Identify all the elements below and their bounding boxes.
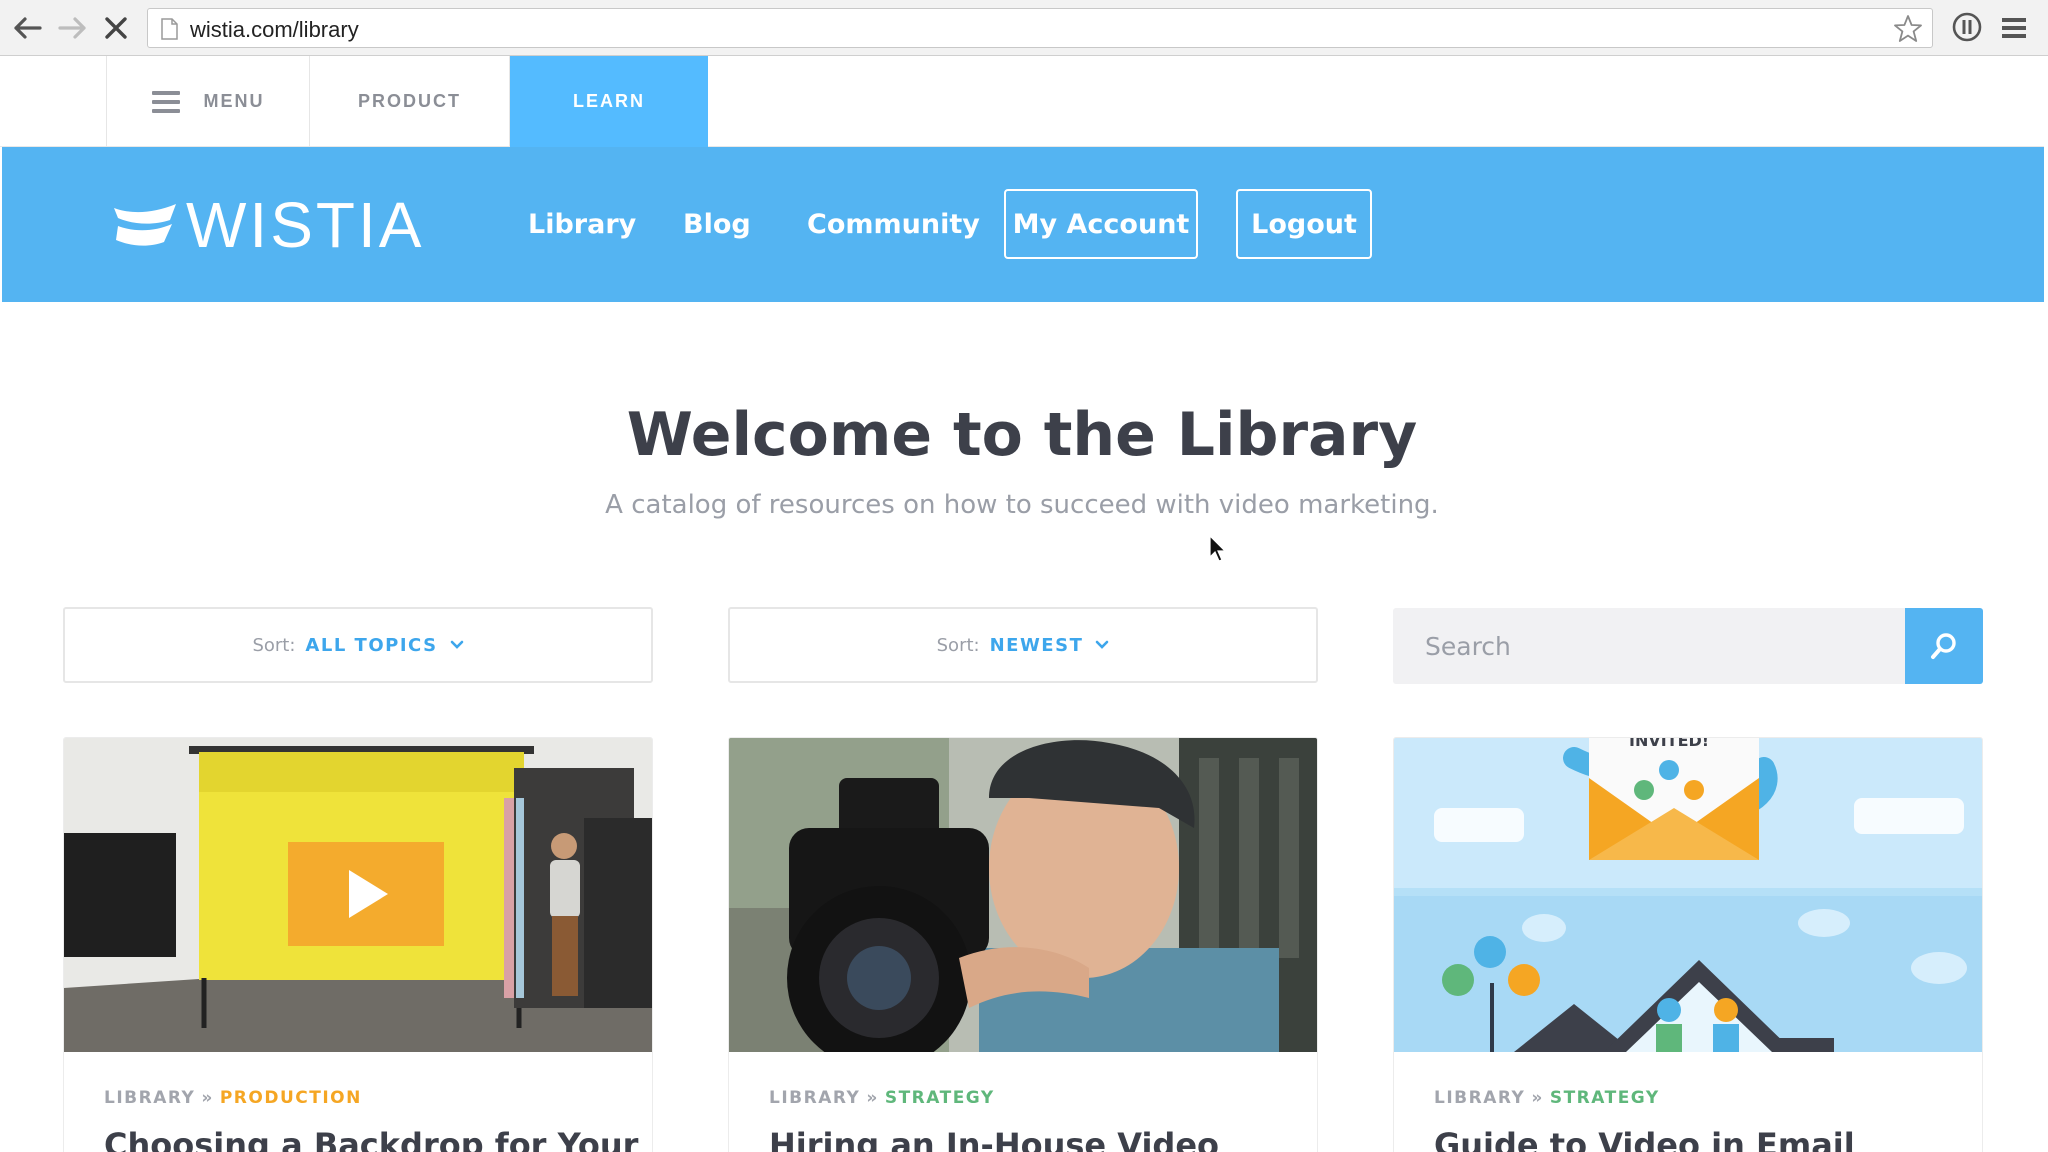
card-title[interactable]: Hiring an In-House Video — [769, 1126, 1219, 1152]
crumb-category[interactable]: PRODUCTION — [220, 1088, 362, 1108]
crumb-root: LIBRARY — [769, 1088, 861, 1108]
product-tab[interactable]: PRODUCT — [310, 56, 510, 147]
library-card[interactable]: LIBRARY» STRATEGY Hiring an In-House Vide… — [728, 737, 1318, 1152]
forward-icon[interactable] — [54, 10, 90, 46]
card-title[interactable]: Guide to Video in Email — [1434, 1126, 1855, 1152]
illustration-text: INVITED! — [1629, 738, 1709, 750]
my-account-button[interactable]: My Account — [1004, 189, 1198, 259]
extension-icon[interactable] — [1950, 10, 1984, 44]
address-bar[interactable]: wistia.com/library — [147, 8, 1933, 48]
chevron-down-icon — [450, 640, 463, 649]
crumb-root: LIBRARY — [104, 1088, 196, 1108]
search-input[interactable] — [1393, 608, 1905, 684]
page-subtitle: A catalog of resources on how to succeed… — [605, 490, 1439, 520]
card-title[interactable]: Choosing a Backdrop for Your — [104, 1126, 638, 1152]
nav-blog[interactable]: Blog — [683, 209, 751, 240]
search-form — [1393, 608, 1983, 684]
card-breadcrumb: LIBRARY» STRATEGY — [769, 1088, 995, 1108]
card-breadcrumb: LIBRARY» PRODUCTION — [104, 1088, 362, 1108]
stop-loading-icon[interactable] — [98, 10, 134, 46]
bookmark-star-icon[interactable] — [1892, 13, 1924, 45]
crumb-category[interactable]: STRATEGY — [1550, 1088, 1660, 1108]
card-breadcrumb: LIBRARY» STRATEGY — [1434, 1088, 1660, 1108]
logout-button[interactable]: Logout — [1236, 189, 1372, 259]
site-header: WISTIA Library Blog Community My Account… — [2, 147, 2044, 302]
crumb-separator: » — [201, 1088, 214, 1108]
wistia-logo[interactable]: WISTIA — [112, 189, 425, 261]
card-thumbnail-email-illustration[interactable]: INVITED! — [1394, 738, 1983, 1052]
library-card[interactable]: INVITED! LIBRARY» STRATEGY Guide to Video… — [1393, 737, 1983, 1152]
topic-sort-dropdown[interactable]: Sort: ALL TOPICS — [63, 607, 653, 683]
chevron-down-icon — [1096, 640, 1109, 649]
learn-tab[interactable]: LEARN — [510, 56, 708, 147]
topic-sort-value: ALL TOPICS — [305, 634, 438, 656]
card-thumbnail-backdrop[interactable] — [64, 738, 653, 1052]
logo-wordmark: WISTIA — [186, 189, 425, 261]
nav-community[interactable]: Community — [807, 209, 980, 240]
hamburger-icon — [151, 90, 180, 113]
library-card[interactable]: LIBRARY» PRODUCTION Choosing a Backdrop f… — [63, 737, 653, 1152]
url-text: wistia.com/library — [190, 17, 359, 42]
back-icon[interactable] — [10, 10, 46, 46]
product-tab-label: PRODUCT — [358, 91, 461, 111]
browser-toolbar: wistia.com/library — [0, 0, 2048, 56]
order-sort-value: NEWEST — [989, 634, 1084, 656]
page-icon — [161, 18, 178, 40]
wistia-logo-mark-icon — [114, 204, 176, 246]
nav-library[interactable]: Library — [528, 209, 636, 240]
learn-tab-label: LEARN — [573, 91, 645, 111]
browser-menu-icon[interactable] — [1998, 12, 2030, 44]
search-button[interactable] — [1905, 608, 1983, 684]
crumb-separator: » — [1531, 1088, 1544, 1108]
crumb-root: LIBRARY — [1434, 1088, 1526, 1108]
page-title: Welcome to the Library — [626, 400, 1418, 470]
crumb-category[interactable]: STRATEGY — [885, 1088, 995, 1108]
mouse-cursor-icon — [1209, 535, 1227, 562]
menu-tab-label: MENU — [203, 91, 265, 111]
search-icon — [1931, 633, 1956, 659]
order-sort-label: Sort: — [936, 634, 980, 656]
card-thumbnail-videographer[interactable] — [729, 738, 1318, 1052]
top-tab-strip: MENU PRODUCT LEARN — [0, 56, 2044, 147]
topic-sort-label: Sort: — [252, 634, 296, 656]
order-sort-dropdown[interactable]: Sort: NEWEST — [728, 607, 1318, 683]
menu-tab[interactable]: MENU — [106, 56, 310, 147]
crumb-separator: » — [866, 1088, 879, 1108]
